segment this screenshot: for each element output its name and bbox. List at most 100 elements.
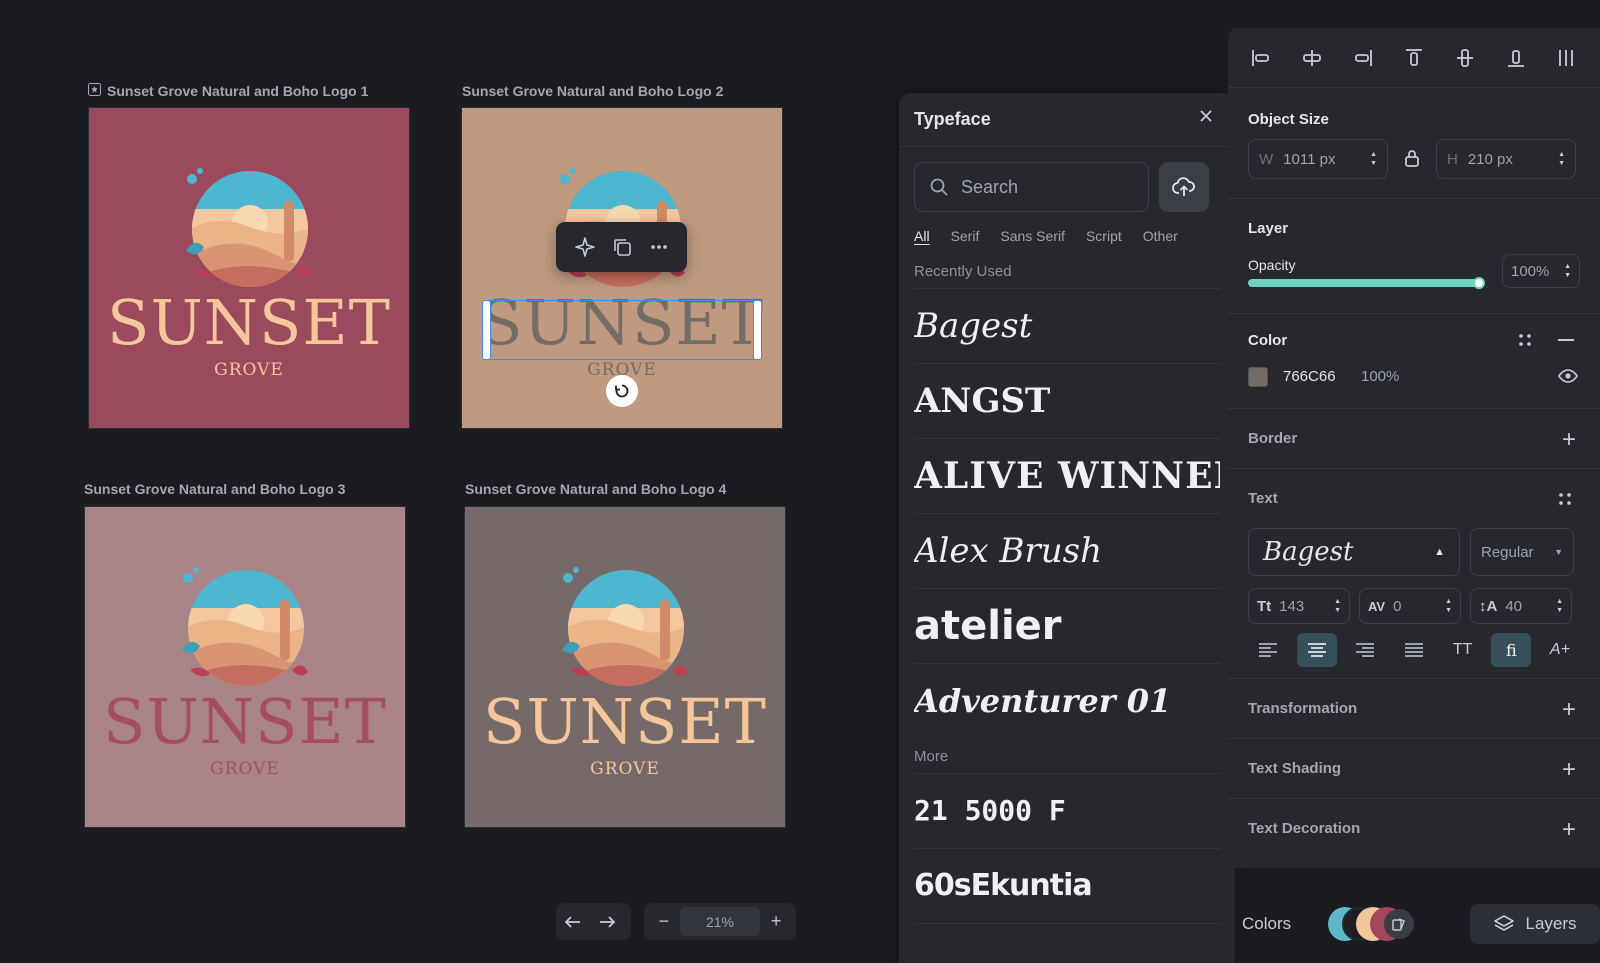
- align-middle-v-icon[interactable]: [1454, 47, 1476, 69]
- width-field[interactable]: W 1011 px ▲ ▼: [1248, 139, 1388, 179]
- height-field[interactable]: H 210 px ▲ ▼: [1436, 139, 1576, 179]
- opacity-field[interactable]: 100% ▲ ▼: [1502, 254, 1580, 288]
- add-text-shading-button[interactable]: +: [1562, 758, 1576, 782]
- text-align-left-button[interactable]: [1248, 633, 1288, 667]
- logo-subtitle-text[interactable]: GROVE: [89, 360, 409, 380]
- letter-spacing-field[interactable]: AV 0 ▲ ▼: [1359, 588, 1461, 624]
- color-alpha[interactable]: 100%: [1361, 368, 1399, 385]
- tab-serif[interactable]: Serif: [951, 228, 980, 244]
- colors-label: Colors: [1242, 914, 1292, 933]
- font-option[interactable]: Alex Brush: [914, 513, 1220, 587]
- tab-other[interactable]: Other: [1143, 228, 1178, 244]
- font-family-select[interactable]: Bagest ▲: [1248, 528, 1460, 576]
- add-transformation-button[interactable]: +: [1562, 698, 1576, 722]
- stepper-icon: ▲ ▼: [1370, 151, 1377, 167]
- font-option[interactable]: ALIVE WINNER: [914, 438, 1220, 512]
- upload-font-button[interactable]: [1159, 162, 1209, 212]
- stepper-icon: ▲ ▼: [1445, 598, 1452, 614]
- artboard-label[interactable]: Sunset Grove Natural and Boho Logo 4: [465, 481, 726, 497]
- text-effects-icon: A+: [1549, 641, 1570, 658]
- logo-subtitle-text[interactable]: GROVE: [85, 759, 405, 779]
- text-selection-box[interactable]: [486, 300, 758, 360]
- distribute-icon[interactable]: [1555, 47, 1577, 69]
- ellipsis-icon[interactable]: [644, 232, 674, 262]
- font-weight-select[interactable]: Regular ▼: [1470, 528, 1574, 576]
- add-text-decoration-button[interactable]: +: [1562, 818, 1576, 842]
- layers-button[interactable]: Layers: [1470, 904, 1600, 944]
- artboard-label[interactable]: Sunset Grove Natural and Boho Logo 1: [88, 83, 368, 99]
- properties-panel: Object Size W 1011 px ▲ ▼ H 210 px ▲ ▼ Lay…: [1228, 28, 1600, 868]
- zoom-controls: − 21% +: [644, 903, 796, 940]
- recently-used-label: Recently Used: [914, 263, 1012, 280]
- zoom-in-button[interactable]: +: [760, 903, 792, 940]
- search-input[interactable]: [961, 176, 1131, 198]
- star-badge-icon: [88, 83, 101, 99]
- close-button[interactable]: [1199, 109, 1213, 128]
- artboard-label[interactable]: Sunset Grove Natural and Boho Logo 3: [84, 481, 345, 497]
- palette-swatches[interactable]: [1328, 907, 1414, 941]
- rotate-handle[interactable]: [606, 375, 638, 407]
- align-right-icon[interactable]: [1352, 47, 1374, 69]
- tab-sans-serif[interactable]: Sans Serif: [1000, 228, 1065, 244]
- color-swatch[interactable]: [1248, 367, 1268, 387]
- undo-button[interactable]: [556, 903, 590, 940]
- logo-title-text[interactable]: SUNSET: [89, 292, 409, 354]
- font-search: [914, 162, 1149, 212]
- align-top-icon[interactable]: [1403, 47, 1425, 69]
- line-height-field[interactable]: ↕A 40 ▲ ▼: [1470, 588, 1572, 624]
- font-size-field[interactable]: Tt 143 ▲ ▼: [1248, 588, 1350, 624]
- text-effects-button[interactable]: A+: [1540, 633, 1580, 667]
- history-controls: [556, 903, 631, 940]
- artboard-label[interactable]: Sunset Grove Natural and Boho Logo 2: [462, 83, 723, 99]
- font-option[interactable]: Adventurer 01: [914, 663, 1220, 737]
- text-justify-button[interactable]: [1394, 633, 1434, 667]
- align-center-h-icon[interactable]: [1301, 47, 1323, 69]
- typeface-panel: Typeface All Serif Sans Serif Script Oth…: [899, 93, 1235, 963]
- ligature-button[interactable]: ﬁ: [1491, 633, 1532, 667]
- font-option[interactable]: atelier: [914, 588, 1220, 662]
- logo-title-text[interactable]: SUNSET: [85, 691, 405, 753]
- close-icon: [1200, 110, 1212, 122]
- add-border-button[interactable]: +: [1562, 428, 1576, 452]
- logo-title-text[interactable]: SUNSET: [465, 691, 785, 753]
- sparkle-icon[interactable]: [570, 232, 600, 262]
- align-left-icon[interactable]: [1250, 47, 1272, 69]
- resize-handle-left[interactable]: [482, 300, 491, 360]
- zoom-level[interactable]: 21%: [679, 907, 761, 936]
- artboard-card[interactable]: SUNSET GROVE: [88, 107, 410, 429]
- grid-dots-icon[interactable]: [1518, 333, 1532, 347]
- remove-color-icon[interactable]: [1558, 339, 1574, 341]
- font-option[interactable]: 21 5000 F: [914, 773, 1220, 847]
- layers-icon: [1494, 915, 1515, 931]
- eye-icon[interactable]: [1558, 368, 1578, 384]
- font-option[interactable]: 60sEkuntia: [914, 848, 1220, 922]
- grid-dots-icon[interactable]: [1558, 492, 1572, 506]
- zoom-out-button[interactable]: −: [648, 903, 680, 940]
- uppercase-button[interactable]: TT: [1443, 633, 1483, 667]
- caret-down-icon: ▼: [1554, 547, 1563, 557]
- color-hex[interactable]: 766C66: [1283, 368, 1336, 385]
- align-toolbar: [1228, 28, 1600, 88]
- opacity-slider[interactable]: [1248, 277, 1485, 289]
- slider-knob[interactable]: [1473, 277, 1485, 289]
- copy-icon[interactable]: [607, 232, 637, 262]
- artboard-card[interactable]: SUNSET GROVE: [464, 506, 786, 828]
- resize-handle-right[interactable]: [753, 300, 762, 360]
- logo-subtitle-text[interactable]: GROVE: [465, 759, 785, 779]
- stepper-icon: ▲ ▼: [1564, 263, 1571, 279]
- tab-script[interactable]: Script: [1086, 228, 1122, 244]
- opacity-label: Opacity: [1248, 257, 1296, 273]
- lock-icon[interactable]: [1404, 148, 1420, 168]
- text-shading-title: Text Shading: [1248, 760, 1342, 777]
- font-option[interactable]: ANGST: [914, 363, 1220, 437]
- redo-button[interactable]: [590, 903, 624, 940]
- font-option[interactable]: Bagest: [914, 288, 1220, 362]
- font-category-tabs: All Serif Sans Serif Script Other: [914, 228, 1199, 244]
- text-align-right-button[interactable]: [1345, 633, 1385, 667]
- artboard-card[interactable]: SUNSET GROVE: [84, 506, 406, 828]
- text-align-center-button[interactable]: [1296, 633, 1337, 667]
- align-bottom-icon[interactable]: [1505, 47, 1527, 69]
- tab-all[interactable]: All: [914, 228, 930, 244]
- search-icon: [930, 178, 948, 196]
- sunset-emblem-icon: [182, 567, 308, 686]
